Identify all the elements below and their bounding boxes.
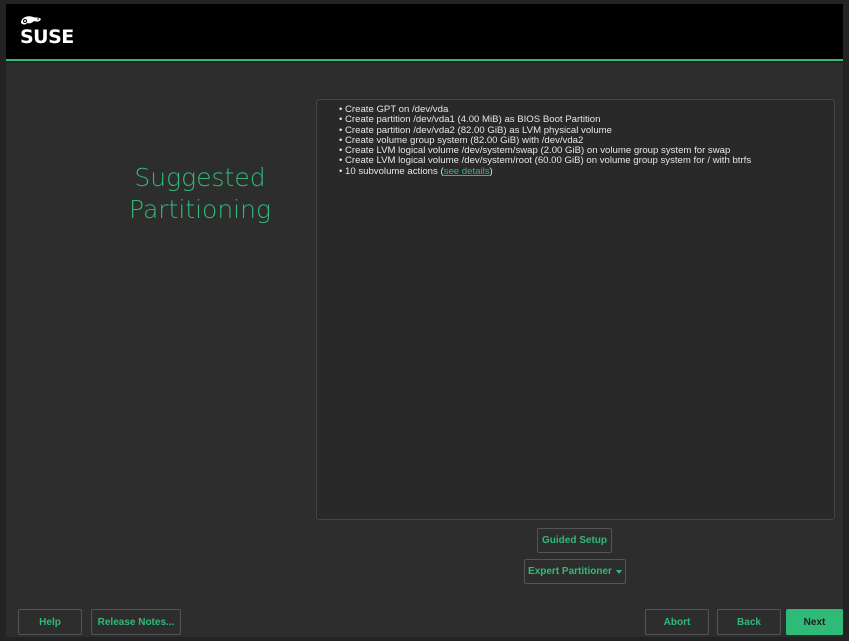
guided-setup-button[interactable]: Guided Setup	[537, 528, 612, 553]
back-button[interactable]: Back	[717, 609, 781, 635]
guided-setup-label: Guided Setup	[542, 535, 607, 546]
proposal-summary-panel[interactable]: Create GPT on /dev/vda Create partition …	[316, 99, 835, 520]
chevron-down-icon	[615, 569, 622, 574]
abort-button[interactable]: Abort	[645, 609, 709, 635]
page-title: Suggested Partitioning	[100, 162, 300, 226]
top-bar: SUSE	[6, 4, 843, 61]
subvolume-prefix: 10 subvolume actions (	[345, 165, 444, 177]
release-notes-button[interactable]: Release Notes...	[91, 609, 181, 635]
proposal-list: Create GPT on /dev/vda Create partition …	[339, 104, 824, 177]
abort-label: Abort	[663, 616, 691, 628]
next-button[interactable]: Next	[786, 609, 843, 635]
page-title-line1: Suggested	[134, 163, 266, 192]
see-details-link[interactable]: see details	[444, 166, 490, 177]
subvolume-suffix: )	[489, 165, 493, 177]
back-label: Back	[737, 616, 761, 628]
suse-logo: SUSE	[20, 16, 74, 48]
expert-partitioner-label: Expert Partitioner	[528, 566, 612, 577]
expert-partitioner-button[interactable]: Expert Partitioner	[524, 559, 626, 584]
help-label: Help	[39, 616, 61, 628]
release-notes-label: Release Notes...	[97, 616, 175, 628]
list-item-subvolumes: 10 subvolume actions (see details)	[339, 165, 824, 177]
next-label: Next	[803, 616, 826, 628]
chameleon-icon	[21, 16, 41, 25]
help-button[interactable]: Help	[18, 609, 82, 635]
page-title-line2: Partitioning	[129, 195, 271, 224]
